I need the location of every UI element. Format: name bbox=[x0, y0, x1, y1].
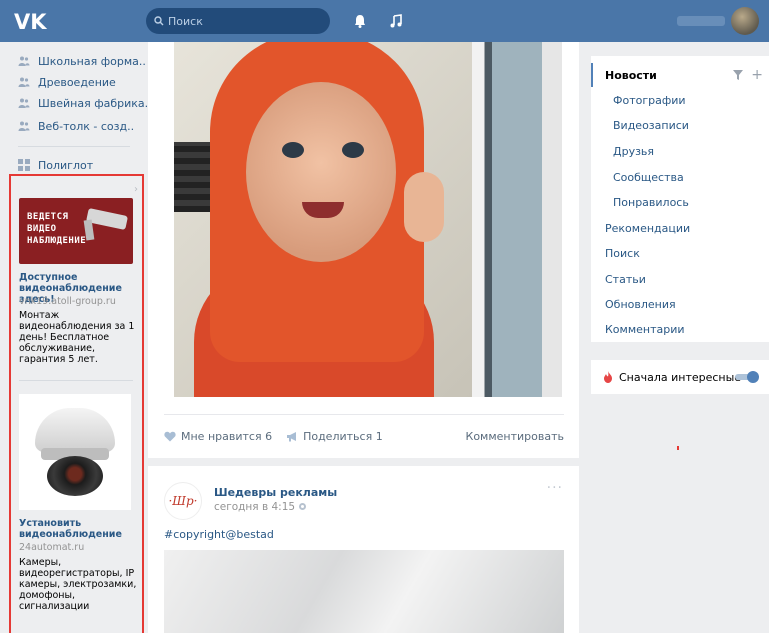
sidebar-group-item[interactable]: Школьная форма.. bbox=[18, 52, 146, 70]
group-icon bbox=[18, 56, 30, 66]
like-count: 6 bbox=[265, 430, 273, 443]
annotation-mark bbox=[677, 446, 679, 450]
feed-post: ·Шр· Шедевры рекламы сегодня в 4:15 ··· … bbox=[148, 466, 579, 633]
news-filter-item-search[interactable]: Поиск bbox=[605, 241, 640, 265]
user-menu[interactable] bbox=[677, 6, 759, 36]
post-author-name[interactable]: Шедевры рекламы bbox=[214, 486, 337, 499]
post-actions: Мне нравится 6 Поделиться 1 Комментирова… bbox=[164, 414, 564, 458]
svg-text:VK: VK bbox=[14, 10, 47, 32]
settings-icon bbox=[299, 503, 307, 510]
ad-text: Монтаж видеонаблюдения за 1 день! Беспла… bbox=[19, 310, 135, 365]
ad-domain[interactable]: vnk19.atoll-group.ru bbox=[19, 296, 116, 307]
photo-eye bbox=[342, 142, 364, 158]
feed-post: Мне нравится 6 Поделиться 1 Комментирова… bbox=[148, 42, 579, 458]
group-icon bbox=[18, 121, 30, 131]
sidebar-group-item[interactable]: Веб-толк - созд.. bbox=[18, 117, 134, 135]
camera-lens bbox=[47, 456, 103, 496]
post-hashtag[interactable]: #copyright@bestad bbox=[164, 528, 274, 541]
news-filter-item-comments[interactable]: Комментарии bbox=[605, 317, 685, 341]
like-label: Мне нравится bbox=[181, 430, 262, 443]
news-tools: + bbox=[733, 67, 763, 83]
post-author-avatar[interactable]: ·Шр· bbox=[164, 482, 202, 520]
interesting-first-toggle-row[interactable]: Сначала интересные bbox=[591, 360, 769, 394]
divider bbox=[19, 380, 133, 381]
vk-logo-icon[interactable]: VK bbox=[14, 10, 48, 32]
ad-title[interactable]: Установить видеонаблюдение bbox=[19, 518, 142, 540]
active-indicator bbox=[591, 63, 593, 87]
comment-button[interactable]: Комментировать bbox=[466, 430, 564, 443]
sidebar-item-label: Швейная фабрика.. bbox=[38, 96, 152, 110]
music-icon[interactable] bbox=[388, 13, 404, 29]
post-more-button[interactable]: ··· bbox=[547, 480, 563, 496]
search-input[interactable]: Поиск bbox=[146, 8, 330, 34]
avatar[interactable] bbox=[731, 7, 759, 35]
sidebar-app-item[interactable]: Полиглот bbox=[18, 156, 93, 174]
post-image-marble[interactable] bbox=[164, 550, 564, 633]
sidebar-group-item[interactable]: Древоедение bbox=[18, 73, 116, 91]
news-filter-item-liked[interactable]: Понравилось bbox=[613, 190, 689, 214]
news-filter-item-articles[interactable]: Статьи bbox=[605, 267, 646, 291]
ad-image-surveillance-sign[interactable]: ВЕДЕТСЯ ВИДЕО НАБЛЮДЕНИЕ bbox=[19, 198, 133, 264]
ad-image-text: ВИДЕО bbox=[27, 224, 57, 234]
close-icon[interactable]: › bbox=[134, 184, 138, 195]
post-timestamp[interactable]: сегодня в 4:15 bbox=[214, 501, 307, 513]
sidebar-item-label: Полиглот bbox=[38, 158, 94, 172]
group-icon bbox=[18, 77, 30, 87]
photo-hand bbox=[404, 172, 444, 242]
ads-block: › ВЕДЕТСЯ ВИДЕО НАБЛЮДЕНИЕ Доступное вид… bbox=[9, 174, 144, 633]
sidebar-item-label: Школьная форма.. bbox=[38, 54, 146, 68]
news-filter-menu: Новости + Фотографии Видеозаписи Друзья … bbox=[591, 56, 769, 342]
news-filter-item-communities[interactable]: Сообщества bbox=[613, 165, 684, 189]
news-filter-item-friends[interactable]: Друзья bbox=[613, 139, 654, 163]
left-sidebar: Школьная форма.. Древоедение Швейная фаб… bbox=[0, 42, 152, 633]
ad-text: Камеры, видеорегистраторы, IP камеры, эл… bbox=[19, 557, 137, 612]
fire-icon bbox=[604, 371, 612, 383]
filter-icon[interactable] bbox=[733, 70, 744, 80]
news-filter-item-recommendations[interactable]: Рекомендации bbox=[605, 216, 690, 240]
post-photo[interactable] bbox=[174, 42, 562, 397]
bell-icon[interactable] bbox=[352, 13, 368, 29]
sidebar-group-item[interactable]: Швейная фабрика.. bbox=[18, 94, 152, 112]
news-filter-item-photos[interactable]: Фотографии bbox=[613, 88, 686, 112]
add-icon[interactable]: + bbox=[751, 67, 763, 83]
ad-image-text: НАБЛЮДЕНИЕ bbox=[27, 236, 87, 246]
news-filter-item-videos[interactable]: Видеозаписи bbox=[613, 113, 689, 137]
interesting-first-switch[interactable] bbox=[735, 371, 759, 383]
sidebar-item-label: Древоедение bbox=[38, 75, 116, 89]
ad-image-text: ВЕДЕТСЯ bbox=[27, 212, 69, 222]
divider bbox=[18, 146, 130, 147]
news-filter-item-news[interactable]: Новости bbox=[605, 63, 657, 87]
share-label: Поделиться bbox=[303, 430, 373, 443]
top-bar: VK Поиск bbox=[0, 0, 769, 42]
like-button[interactable]: Мне нравится 6 bbox=[164, 430, 272, 443]
search-placeholder: Поиск bbox=[168, 14, 203, 28]
ad-image-dome-camera[interactable] bbox=[19, 394, 131, 510]
post-time-text: сегодня в 4:15 bbox=[214, 501, 296, 513]
news-filter-item-updates[interactable]: Обновления bbox=[605, 292, 676, 316]
interesting-first-label: Сначала интересные bbox=[619, 370, 742, 384]
photo-door bbox=[472, 42, 562, 397]
search-icon bbox=[154, 16, 164, 26]
share-button[interactable]: Поделиться 1 bbox=[286, 430, 383, 443]
photo-eye bbox=[282, 142, 304, 158]
sidebar-item-label: Веб-толк - созд.. bbox=[38, 119, 135, 133]
heart-icon bbox=[164, 431, 176, 442]
camera-dome bbox=[35, 408, 115, 452]
share-count: 1 bbox=[375, 430, 383, 443]
user-name-blurred bbox=[677, 16, 725, 26]
switch-knob bbox=[747, 371, 759, 383]
ad-domain[interactable]: 24automat.ru bbox=[19, 542, 84, 553]
megaphone-icon bbox=[287, 432, 297, 442]
group-icon bbox=[18, 98, 30, 108]
apps-icon bbox=[18, 159, 30, 171]
photo-face bbox=[246, 82, 396, 262]
